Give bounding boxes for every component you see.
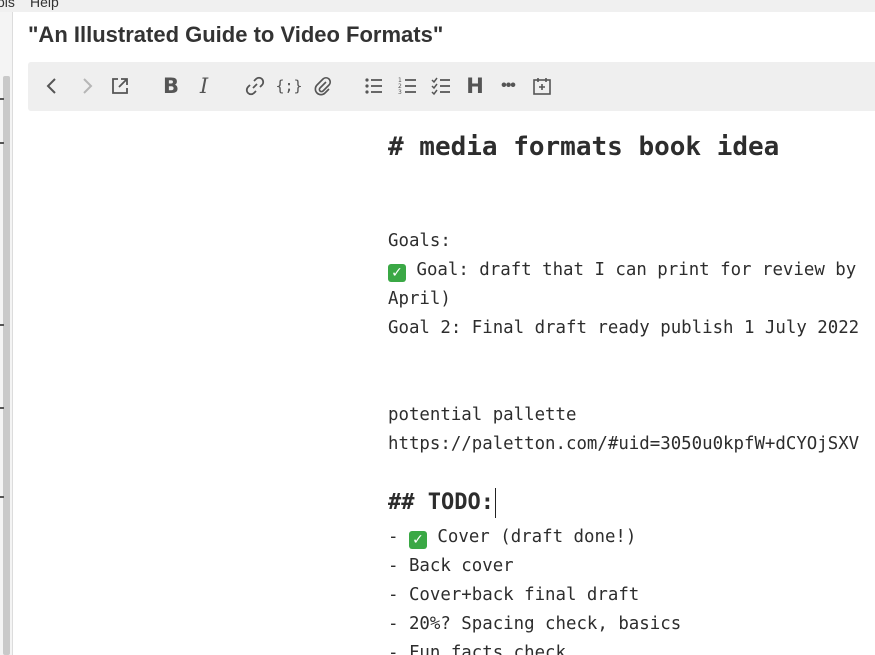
todo-item: - 20%? Spacing check, basics [388, 614, 682, 634]
pane-edge-mark [0, 407, 4, 409]
heading-label: H [466, 73, 484, 98]
todo-item: - Fun facts check [388, 643, 566, 655]
heading-icon[interactable]: H [463, 74, 487, 98]
code-icon[interactable]: {;} [275, 74, 303, 98]
goal-2-line: Goal 2: Final draft ready publish 1 July… [388, 318, 860, 338]
editor-toolbar: B I {;} 123 H ••• [28, 62, 875, 111]
goal-1-line: ✓ Goal: draft that I can print for revie… [388, 260, 856, 282]
back-icon[interactable] [40, 74, 64, 98]
menu-item-tools[interactable]: ols [0, 0, 15, 10]
note-list-pane-edge [0, 12, 13, 655]
todo-item-text: Cover (draft done!) [426, 527, 637, 547]
open-external-icon[interactable] [108, 74, 132, 98]
italic-icon[interactable]: I [192, 74, 216, 98]
todo-item: - Back cover [388, 556, 514, 576]
pane-edge-mark [0, 98, 4, 100]
insert-date-icon[interactable] [530, 74, 554, 98]
goal-1-continuation: April) [388, 289, 451, 309]
menu-item-help[interactable]: Help [30, 0, 59, 10]
palette-url: https://paletton.com/#uid=3050u0kpfW+dCY… [388, 434, 860, 454]
menu-bar: ols Help [0, 0, 875, 12]
scrollbar[interactable] [3, 76, 10, 655]
todo-bullet: - [388, 527, 409, 547]
todo-item: - Cover+back final draft [388, 585, 640, 605]
checkmark-icon: ✓ [388, 264, 406, 282]
bold-icon[interactable]: B [159, 74, 183, 98]
forward-icon[interactable] [75, 74, 99, 98]
todo-item: - ✓ Cover (draft done!) [388, 527, 636, 549]
todo-heading-text: ## TODO: [388, 490, 494, 515]
heading-h1: # media formats book idea [388, 132, 780, 162]
note-title[interactable]: "An Illustrated Guide to Video Formats" [28, 22, 443, 48]
text-cursor [494, 488, 496, 518]
markdown-editor[interactable]: # media formats book idea Goals: ✓ Goal:… [388, 120, 875, 655]
italic-label: I [199, 73, 209, 98]
palette-label: potential pallette [388, 405, 577, 425]
code-label: {;} [275, 77, 303, 95]
goal-1-text: Goal: draft that I can print for review … [406, 260, 857, 280]
pane-edge-mark [0, 496, 4, 498]
pane-edge-mark [0, 142, 4, 144]
more-icon[interactable]: ••• [496, 74, 520, 98]
numbered-list-icon[interactable]: 123 [396, 74, 420, 98]
checkmark-icon: ✓ [408, 531, 427, 549]
attachment-icon[interactable] [311, 74, 335, 98]
link-icon[interactable] [243, 74, 267, 98]
svg-text:3: 3 [398, 89, 402, 96]
todo-heading: ## TODO: [388, 488, 496, 518]
bullet-list-icon[interactable] [362, 74, 386, 98]
bold-label: B [162, 73, 179, 98]
checklist-icon[interactable] [429, 74, 453, 98]
goals-label: Goals: [388, 231, 451, 251]
more-label: ••• [501, 77, 516, 94]
pane-edge-mark [0, 324, 4, 326]
